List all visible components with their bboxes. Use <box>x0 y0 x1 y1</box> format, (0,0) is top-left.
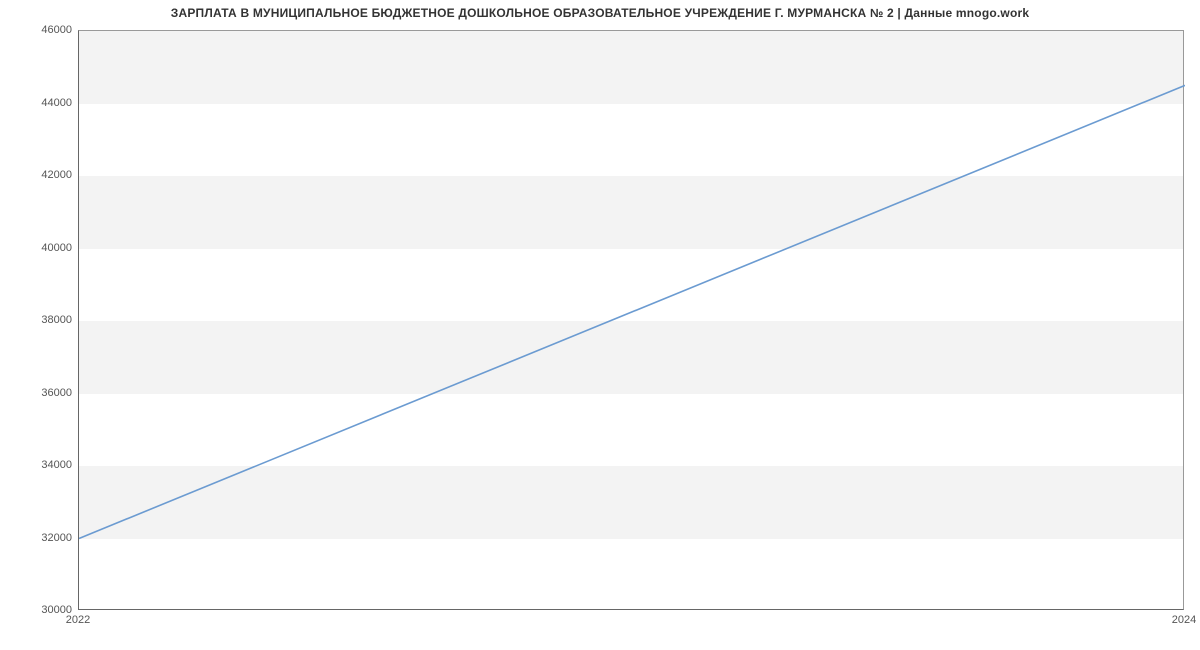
y-tick-label: 38000 <box>0 314 72 326</box>
y-tick-label: 30000 <box>0 604 72 616</box>
y-tick-label: 44000 <box>0 97 72 109</box>
y-tick-label: 34000 <box>0 459 72 471</box>
x-tick-label: 2022 <box>66 614 90 626</box>
data-line <box>79 31 1185 611</box>
plot-area <box>78 30 1184 610</box>
y-tick-label: 42000 <box>0 169 72 181</box>
y-tick-label: 40000 <box>0 242 72 254</box>
x-tick-label: 2024 <box>1172 614 1196 626</box>
chart-title: ЗАРПЛАТА В МУНИЦИПАЛЬНОЕ БЮДЖЕТНОЕ ДОШКО… <box>0 6 1200 20</box>
y-tick-label: 36000 <box>0 387 72 399</box>
y-tick-label: 32000 <box>0 532 72 544</box>
y-tick-label: 46000 <box>0 24 72 36</box>
salary-line-chart: ЗАРПЛАТА В МУНИЦИПАЛЬНОЕ БЮДЖЕТНОЕ ДОШКО… <box>0 0 1200 650</box>
